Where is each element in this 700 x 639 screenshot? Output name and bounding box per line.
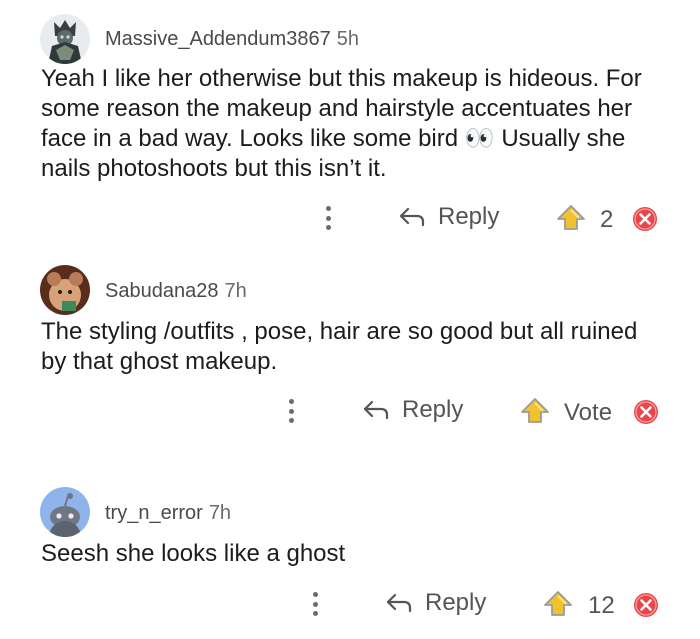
avatar[interactable] [40, 14, 90, 64]
username[interactable]: Sabudana28 [105, 280, 218, 302]
reply-label: Reply [425, 589, 487, 616]
vote-count: 12 [588, 592, 615, 619]
comment-text: Yeah I like her otherwise but this makeu… [41, 65, 642, 182]
avatar-cartoon-mouse-icon [40, 265, 90, 315]
reply-button[interactable]: Reply [398, 203, 499, 231]
reply-label: Reply [438, 203, 500, 230]
avatar-snoo-icon [40, 487, 90, 537]
downvote-icon[interactable] [632, 206, 658, 232]
comment-meta: try_n_error 7h [105, 502, 231, 525]
comment-actions: Reply 2 [0, 200, 700, 240]
downvote-icon[interactable] [633, 399, 659, 425]
more-options-kebab-icon[interactable] [305, 588, 325, 620]
username[interactable]: Massive_Addendum3867 [105, 28, 331, 50]
comment-thread: Massive_Addendum3867 5h Yeah I like her o… [0, 0, 700, 639]
timestamp: 7h [224, 280, 247, 302]
downvote-icon[interactable] [633, 592, 659, 618]
reply-arrow-icon [363, 400, 389, 420]
username[interactable]: try_n_error [105, 502, 203, 524]
avatar-knight-icon [40, 14, 90, 64]
avatar[interactable] [40, 265, 90, 315]
timestamp: 5h [336, 28, 359, 50]
reply-button[interactable]: Reply [362, 396, 463, 424]
comment-text: Seesh she looks like a ghost [41, 540, 346, 567]
comment-meta: Massive_Addendum3867 5h [105, 28, 359, 51]
upvote-icon[interactable] [556, 204, 586, 232]
avatar[interactable] [40, 487, 90, 537]
reply-label: Reply [402, 396, 464, 423]
timestamp: 7h [208, 502, 232, 524]
comment-actions: Reply Vote [0, 393, 700, 433]
vote-label: Vote [564, 399, 613, 426]
reply-arrow-icon [386, 593, 412, 613]
more-options-kebab-icon[interactable] [318, 202, 338, 234]
vote-count: 2 [600, 206, 614, 233]
reply-button[interactable]: Reply [385, 589, 486, 617]
upvote-icon[interactable] [543, 590, 573, 618]
comment-actions: Reply 12 [0, 586, 700, 626]
comment-text: The styling /outfits , pose, hair are so… [41, 318, 638, 375]
more-options-kebab-icon[interactable] [281, 395, 301, 427]
reply-arrow-icon [399, 207, 425, 227]
upvote-icon[interactable] [520, 397, 550, 425]
comment-meta: Sabudana28 7h [105, 280, 247, 303]
